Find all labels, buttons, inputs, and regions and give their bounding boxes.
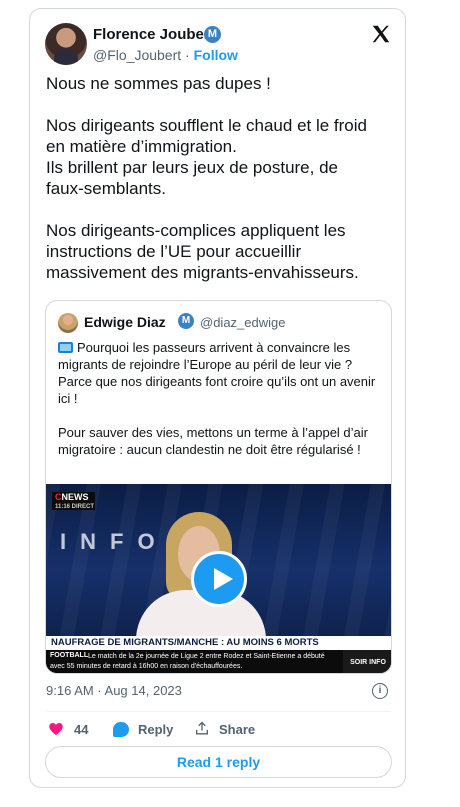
author-handle[interactable]: @Flo_Joubert	[93, 47, 181, 63]
tweet-body: Nous ne sommes pas dupes ! Nos dirigeant…	[46, 73, 396, 304]
news-headline: NAUFRAGE DE MIGRANTS/MANCHE : AU MOINS 6…	[46, 636, 391, 650]
tweet-paragraph: Nos dirigeants soufflent le chaud et le …	[46, 116, 367, 198]
divider	[46, 711, 391, 712]
follow-button[interactable]: Follow	[194, 47, 238, 63]
quoted-paragraph: Pour sauver des vies, mettons un terme à…	[58, 425, 368, 457]
ticker-text: Le match de la 2e journée de Ligue 2 ent…	[50, 653, 325, 670]
quoted-author-handle[interactable]: @diaz_edwige	[200, 315, 285, 330]
author-avatar[interactable]	[45, 23, 87, 65]
share-button[interactable]: Share	[219, 721, 255, 739]
channel-clock: 11:16 DIRECT	[55, 504, 95, 510]
tweet-card: Florence Joubert M @Flo_Joubert · Follow…	[29, 8, 406, 788]
reply-icon[interactable]	[113, 722, 129, 737]
channel-logo: CNEWS 11:16 DIRECT	[52, 492, 95, 510]
like-count[interactable]: 44	[74, 721, 88, 739]
quoted-author-avatar[interactable]	[58, 313, 78, 333]
reply-button[interactable]: Reply	[138, 721, 173, 739]
tweet-paragraph: Nos dirigeants-complices appliquent les …	[46, 221, 359, 282]
heart-icon[interactable]	[48, 721, 64, 737]
share-icon[interactable]	[194, 720, 210, 737]
television-icon	[58, 342, 73, 353]
author-handle-row: @Flo_Joubert · Follow	[93, 47, 238, 63]
verified-badge-icon: M	[204, 26, 221, 43]
quoted-verified-badge-icon: M	[178, 313, 194, 329]
news-ticker: FOOTBALL Le match de la 2e journée de Li…	[46, 650, 391, 673]
quoted-paragraph: Pourquoi les passeurs arrivent à convain…	[58, 339, 380, 407]
read-replies-button[interactable]: Read 1 reply	[45, 746, 392, 778]
quoted-tweet[interactable]: Edwige Diaz M @diaz_edwige Pourquoi les …	[45, 300, 392, 674]
segment-label: SOIR INFO	[343, 650, 391, 673]
tweet-paragraph: Nous ne sommes pas dupes !	[46, 74, 271, 93]
separator-dot: ·	[185, 47, 190, 63]
quoted-paragraph-text: Pourquoi les passeurs arrivent à convain…	[58, 340, 376, 406]
x-logo-icon[interactable]	[370, 23, 392, 45]
info-icon[interactable]: i	[372, 683, 388, 699]
quoted-tweet-body: Pourquoi les passeurs arrivent à convain…	[58, 339, 380, 475]
play-icon[interactable]	[191, 551, 247, 607]
quoted-author-name[interactable]: Edwige Diaz	[84, 314, 166, 330]
video-player[interactable]: CNEWS 11:16 DIRECT INFO NAUFRAGE DE MIGR…	[46, 484, 391, 673]
tweet-timestamp[interactable]: 9:16 AM · Aug 14, 2023	[46, 683, 182, 698]
channel-logo-news: NEWS	[61, 492, 89, 502]
author-name[interactable]: Florence Joubert	[93, 26, 215, 43]
